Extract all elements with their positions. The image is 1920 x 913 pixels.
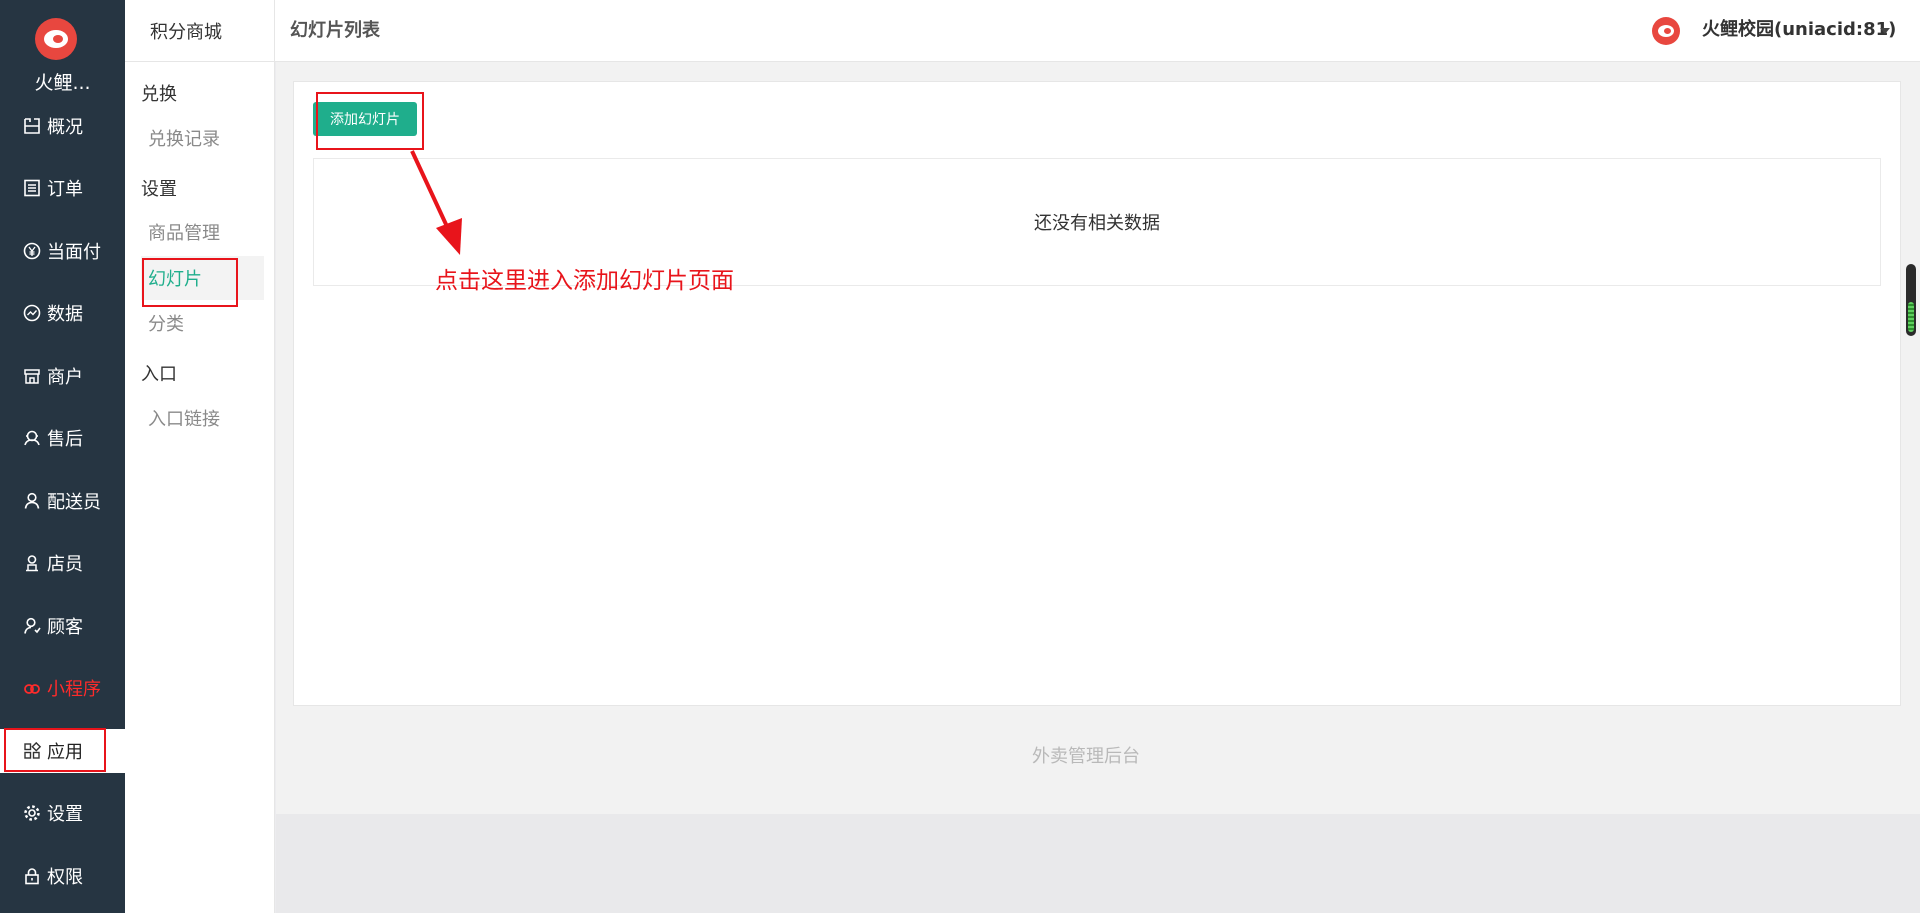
annotation-text: 点击这里进入添加幻灯片页面 (435, 268, 734, 294)
sub-sidebar: 积分商城 兑换 兑换记录 设置 商品管理 幻灯片 分类 入口 入口链接 (125, 0, 275, 913)
sidebar-item-label: 小程序 (47, 679, 101, 700)
sidebar-item-label: 应用 (47, 742, 83, 763)
caret-down-icon[interactable] (1880, 28, 1890, 34)
sidebar-item-label: 商户 (47, 367, 83, 388)
sidebar-item-label: 概况 (47, 117, 83, 138)
sidebar-item-order[interactable]: 订单 (0, 166, 125, 210)
yuan-icon (22, 241, 42, 261)
support-icon (22, 428, 42, 448)
staff-icon (22, 553, 42, 573)
sidebar-item-label: 顾客 (47, 617, 83, 638)
subnav-group-settings: 设置 (141, 179, 177, 200)
brand-name: 火鲤... (34, 72, 91, 94)
subnav-item-slides[interactable]: 幻灯片 (141, 256, 264, 300)
subnav-group-entry: 入口 (141, 364, 177, 385)
subnav-item-entry-link[interactable]: 入口链接 (141, 396, 264, 440)
order-icon (22, 178, 42, 198)
sidebar-item-label: 店员 (47, 554, 83, 575)
sidebar-item-overview[interactable]: 概况 (0, 104, 125, 148)
sidebar-item-courier[interactable]: 配送员 (0, 479, 125, 523)
sidebar-item-permissions[interactable]: 权限 (0, 854, 125, 898)
sidebar-item-customer[interactable]: 顾客 (0, 604, 125, 648)
lock-icon (22, 866, 42, 886)
store-icon (22, 366, 42, 386)
add-slide-button[interactable]: 添加幻灯片 (313, 102, 417, 136)
subnav-item-product-management[interactable]: 商品管理 (141, 210, 264, 254)
sidebar-item-label: 当面付 (47, 242, 101, 263)
sidebar-item-label: 配送员 (47, 492, 101, 513)
customer-icon (22, 616, 42, 636)
page-title: 幻灯片列表 (290, 20, 380, 41)
subnav-title: 积分商城 (125, 0, 275, 62)
annotation-arrow (410, 150, 462, 255)
sidebar-item-merchant[interactable]: 商户 (0, 354, 125, 398)
sidebar-item-staff[interactable]: 店员 (0, 541, 125, 585)
courier-icon (22, 491, 42, 511)
empty-state-text: 还没有相关数据 (1034, 213, 1160, 234)
subnav-group-exchange: 兑换 (141, 84, 177, 105)
apps-icon (22, 741, 42, 761)
sidebar-item-label: 数据 (47, 304, 83, 325)
brand-logo[interactable] (35, 18, 77, 60)
sidebar-item-face-pay[interactable]: 当面付 (0, 229, 125, 273)
user-avatar-logo[interactable] (1652, 17, 1680, 45)
sidebar-item-label: 权限 (47, 867, 83, 888)
sidebar-item-label: 设置 (47, 804, 83, 825)
sidebar-item-label: 订单 (47, 179, 83, 200)
sidebar-item-miniprogram[interactable]: 小程序 (0, 666, 125, 710)
sidebar-item-apps[interactable]: 应用 (0, 729, 125, 773)
overview-icon (22, 116, 42, 136)
sidebar-item-data[interactable]: 数据 (0, 291, 125, 335)
footer-text: 外卖管理后台 (1032, 746, 1140, 767)
scrollbar[interactable] (1906, 264, 1916, 336)
sidebar-item-after-sale[interactable]: 售后 (0, 416, 125, 460)
page-bottom (276, 814, 1920, 913)
subnav-item-exchange-records[interactable]: 兑换记录 (141, 116, 264, 160)
top-header: 幻灯片列表 火鲤校园(uniacid:81) (275, 0, 1920, 62)
chart-icon (22, 303, 42, 323)
subnav-item-category[interactable]: 分类 (141, 301, 264, 345)
sidebar-item-label: 售后 (47, 429, 83, 450)
user-menu[interactable]: 火鲤校园(uniacid:81) (1702, 0, 1896, 62)
scrollbar-thumb[interactable] (1908, 302, 1914, 332)
gear-icon (22, 803, 42, 823)
miniprogram-icon (22, 678, 42, 698)
main-sidebar: 火鲤... 概况 订单 当面付 数据 商户 售后 配送员 店员 顾客 小程序 应… (0, 0, 125, 913)
sidebar-item-settings[interactable]: 设置 (0, 791, 125, 835)
